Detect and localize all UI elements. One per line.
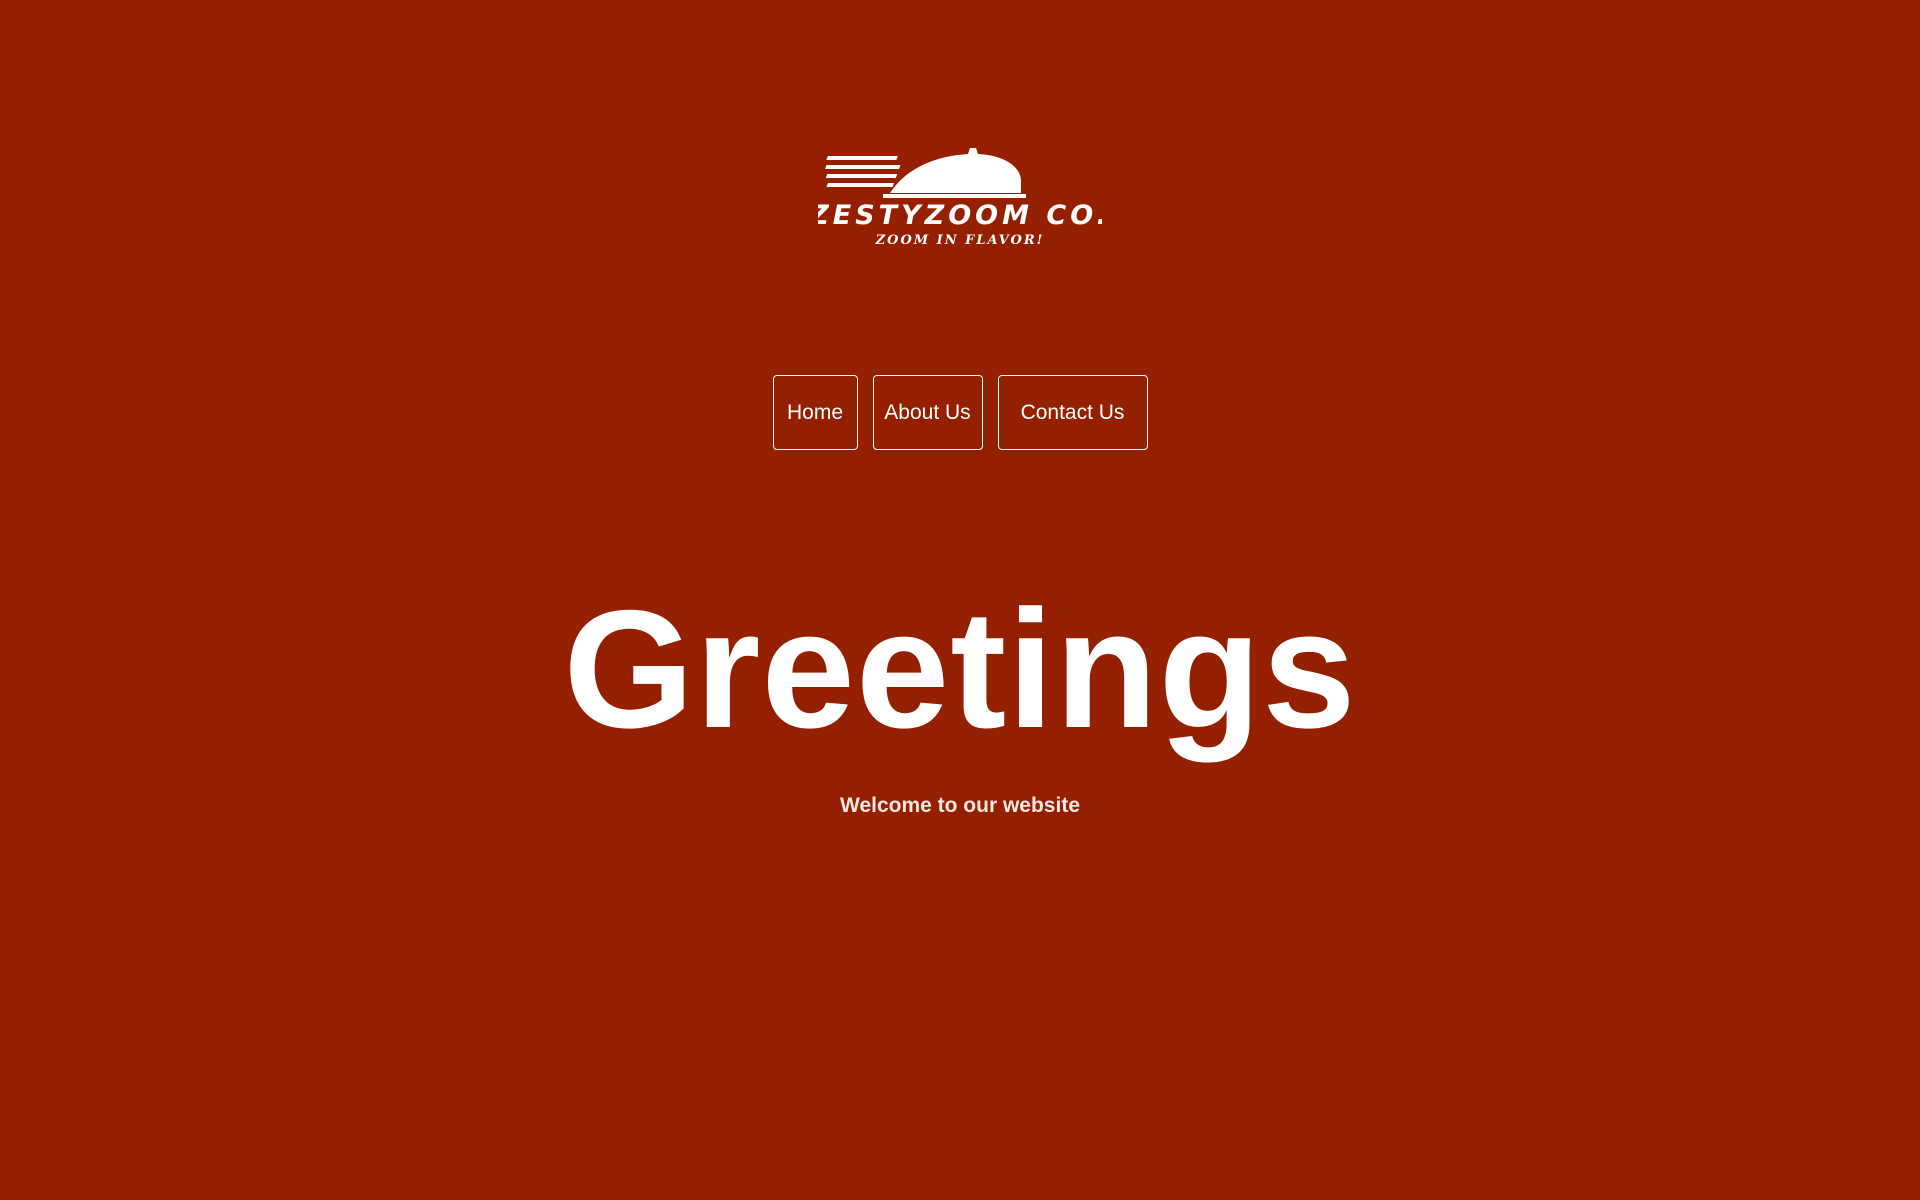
nav-home-button[interactable]: Home — [772, 375, 858, 450]
hero-title: Greetings — [563, 575, 1357, 763]
nav-about-us-button[interactable]: About Us — [872, 375, 983, 450]
nav-contact-us-button[interactable]: Contact Us — [997, 375, 1148, 450]
brand-name: ZESTYZOOM CO. — [818, 200, 1102, 231]
speeding-dome-logo-icon: ZESTYZOOM CO. ZOOM IN FLAVOR! — [818, 148, 1102, 248]
hero-subtitle: Welcome to our website — [840, 794, 1080, 817]
main-nav: Home About Us Contact Us — [0, 375, 1920, 450]
page: ZESTYZOOM CO. ZOOM IN FLAVOR! Home About… — [0, 0, 1920, 1200]
brand-logo[interactable]: ZESTYZOOM CO. ZOOM IN FLAVOR! — [818, 128, 1102, 252]
brand-tagline: ZOOM IN FLAVOR! — [875, 233, 1045, 248]
